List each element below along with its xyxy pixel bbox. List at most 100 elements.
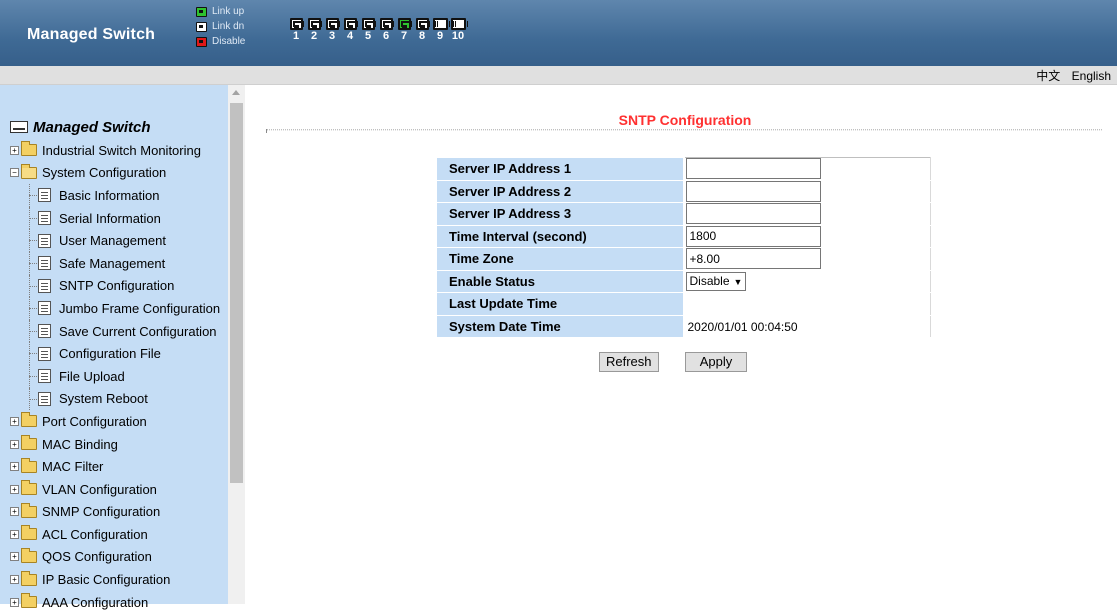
port-5[interactable]: 5	[359, 18, 377, 42]
sidebar-item-system-reboot[interactable]: System Reboot	[10, 387, 228, 411]
tree-root[interactable]: Managed Switch	[10, 115, 228, 139]
enable-status-label: Enable Status	[436, 269, 685, 293]
table-row: Server IP Address 1	[436, 157, 931, 181]
table-row: Last Update Time	[436, 292, 931, 316]
refresh-button[interactable]: Refresh	[599, 352, 659, 372]
sidebar-item-label: Basic Information	[59, 187, 160, 203]
server-ip-1-label: Server IP Address 1	[436, 157, 685, 181]
sidebar-item-save-current-configuration[interactable]: Save Current Configuration	[10, 319, 228, 343]
sidebar-item-mac-binding[interactable]: + MAC Binding	[10, 433, 228, 456]
port-number: 8	[418, 30, 426, 42]
enable-status-select[interactable]: Disable ▼	[685, 271, 747, 291]
document-icon	[38, 346, 51, 361]
lang-english-link[interactable]: English	[1072, 69, 1111, 83]
sidebar-item-basic-information[interactable]: Basic Information	[10, 184, 228, 207]
tree-root-label: Managed Switch	[33, 118, 151, 136]
sidebar-item-qos-configuration[interactable]: + QOS Configuration	[10, 546, 228, 569]
brand-title: Managed Switch	[27, 26, 156, 43]
sidebar-item-jumbo-frame-configuration[interactable]: Jumbo Frame Configuration	[10, 297, 228, 320]
port-6[interactable]: 6	[377, 18, 395, 42]
expand-icon[interactable]: +	[10, 484, 19, 494]
expand-icon[interactable]: +	[10, 552, 19, 562]
sidebar-scrollbar[interactable]	[228, 85, 245, 604]
document-icon	[38, 369, 51, 384]
port-legend: Link up Link dn Disable	[196, 4, 245, 49]
port-number: 1	[292, 30, 300, 42]
document-icon	[38, 256, 51, 271]
apply-button[interactable]: Apply	[685, 352, 747, 372]
sidebar-item-vlan-configuration[interactable]: + VLAN Configuration	[10, 478, 228, 501]
table-row: Time Interval (second)	[436, 224, 931, 248]
sidebar-item-sntp-configuration[interactable]: SNTP Configuration	[10, 274, 228, 298]
port-2[interactable]: 2	[305, 18, 323, 42]
expand-icon[interactable]: +	[10, 575, 19, 585]
sidebar-item-snmp-configuration[interactable]: + SNMP Configuration	[10, 501, 228, 524]
expand-icon[interactable]: +	[10, 416, 19, 426]
sidebar-item-label: MAC Filter	[42, 459, 104, 475]
sidebar-item-label: QOS Configuration	[42, 549, 152, 565]
port-10[interactable]: 10	[449, 18, 468, 42]
sidebar-item-user-management[interactable]: User Management	[10, 229, 228, 252]
dropdown-arrow-icon: ▼	[733, 276, 743, 287]
sidebar-item-acl-configuration[interactable]: + ACL Configuration	[10, 523, 228, 546]
server-ip-2-label: Server IP Address 2	[436, 179, 685, 203]
sidebar-item-file-upload[interactable]: File Upload	[10, 364, 228, 388]
expand-icon[interactable]: +	[10, 462, 19, 472]
document-icon	[38, 278, 51, 293]
folder-icon	[21, 525, 37, 541]
port-number: 9	[436, 30, 444, 42]
sidebar-item-label: IP Basic Configuration	[42, 572, 171, 588]
time-zone-input[interactable]	[685, 248, 821, 270]
expand-icon[interactable]: +	[10, 507, 19, 517]
fiber-port-icon	[450, 18, 468, 30]
port-7[interactable]: 7	[395, 18, 413, 42]
sidebar-item-label: SNMP Configuration	[42, 504, 161, 520]
legend-label: Link dn	[212, 21, 245, 32]
sidebar-item-label: ACL Configuration	[42, 526, 148, 542]
port-number: 4	[346, 30, 354, 42]
lang-chinese-link[interactable]: 中文	[1036, 69, 1060, 83]
port-9[interactable]: 9	[431, 18, 450, 42]
table-row: Time Zone	[436, 247, 931, 271]
document-icon	[38, 233, 51, 248]
port-8[interactable]: 8	[413, 18, 431, 42]
sidebar-item-mac-filter[interactable]: + MAC Filter	[10, 455, 228, 478]
sidebar-item-safe-management[interactable]: Safe Management	[10, 251, 228, 275]
port-4[interactable]: 4	[341, 18, 359, 42]
expand-icon[interactable]: +	[10, 145, 19, 155]
port-3[interactable]: 3	[323, 18, 341, 42]
expand-icon[interactable]: +	[10, 439, 19, 449]
server-ip-1-input[interactable]	[685, 158, 821, 180]
server-ip-3-input[interactable]	[685, 203, 821, 225]
expand-icon[interactable]: +	[10, 597, 19, 607]
ethernet-port-icon	[325, 18, 340, 30]
scroll-thumb[interactable]	[230, 103, 243, 483]
ethernet-port-icon	[379, 18, 394, 30]
scroll-up-icon[interactable]	[232, 90, 240, 95]
table-row: Enable Status Disable ▼	[436, 269, 931, 293]
fiber-port-icon	[432, 18, 450, 30]
sidebar-item-serial-information[interactable]: Serial Information	[10, 206, 228, 230]
table-row: Server IP Address 3	[436, 202, 931, 226]
port-1[interactable]: 1	[287, 18, 305, 42]
sidebar-item-ip-basic-configuration[interactable]: + IP Basic Configuration	[10, 568, 228, 591]
sidebar-item-industrial-switch-monitoring[interactable]: + Industrial Switch Monitoring	[10, 139, 228, 162]
sidebar-item-label: System Reboot	[59, 391, 148, 407]
expand-icon[interactable]: +	[10, 529, 19, 539]
sidebar-item-label: System Configuration	[42, 165, 167, 181]
sidebar-item-configuration-file[interactable]: Configuration File	[10, 342, 228, 365]
sidebar-item-system-configuration[interactable]: − System Configuration	[10, 162, 228, 185]
server-ip-2-input[interactable]	[685, 180, 821, 202]
collapse-icon[interactable]: −	[10, 168, 19, 178]
port-number: 10	[451, 30, 465, 42]
legend-link-up: Link up	[196, 4, 245, 19]
time-interval-input[interactable]	[685, 225, 821, 247]
sidebar-item-label: File Upload	[59, 368, 125, 384]
top-header: Managed Switch Link up Link dn Disable 1…	[0, 0, 1117, 66]
sidebar-item-label: Industrial Switch Monitoring	[42, 142, 201, 158]
document-icon	[38, 301, 51, 316]
sidebar-item-aaa-configuration[interactable]: + AAA Configuration	[10, 591, 228, 613]
time-interval-label: Time Interval (second)	[436, 224, 685, 248]
sidebar-item-label: Safe Management	[59, 255, 166, 271]
sidebar-item-port-configuration[interactable]: + Port Configuration	[10, 410, 228, 433]
